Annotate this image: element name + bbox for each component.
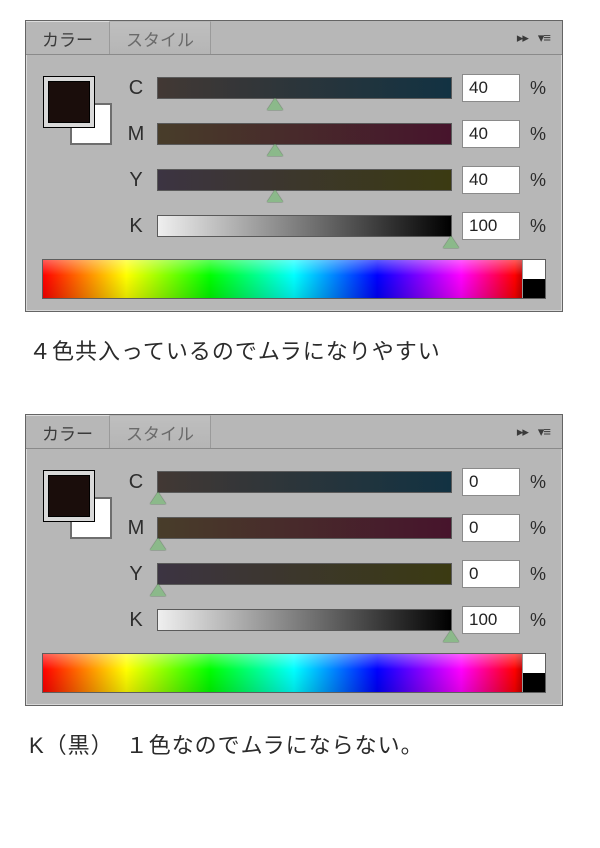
channel-slider-black[interactable]	[157, 609, 452, 631]
channel-row-black: K %	[125, 203, 548, 249]
black-chip[interactable]	[522, 279, 545, 298]
channel-row-black: K %	[125, 597, 548, 643]
percent-label: %	[530, 472, 548, 493]
percent-label: %	[530, 124, 548, 145]
black-chip[interactable]	[522, 673, 545, 692]
white-chip[interactable]	[522, 654, 545, 673]
channel-slider-cyan[interactable]	[157, 77, 452, 99]
channel-row-cyan: C %	[125, 459, 548, 505]
slider-handle-icon[interactable]	[267, 98, 283, 110]
slider-handle-icon[interactable]	[443, 236, 459, 248]
panel-menu-icon[interactable]: ▾≡	[538, 424, 550, 440]
channel-row-cyan: C %	[125, 65, 548, 111]
percent-label: %	[530, 78, 548, 99]
percent-label: %	[530, 216, 548, 237]
collapse-icon[interactable]: ▸▸	[517, 30, 528, 46]
channel-slider-yellow[interactable]	[157, 563, 452, 585]
slider-handle-icon[interactable]	[150, 538, 166, 550]
slider-handle-icon[interactable]	[267, 190, 283, 202]
tab-color[interactable]: カラー	[26, 415, 110, 448]
channel-label: Y	[125, 563, 147, 586]
channel-value-cyan[interactable]	[462, 74, 520, 102]
foreground-swatch[interactable]	[44, 77, 94, 127]
percent-label: %	[530, 564, 548, 585]
channel-value-yellow[interactable]	[462, 560, 520, 588]
channel-row-yellow: Y %	[125, 157, 548, 203]
channel-row-yellow: Y %	[125, 551, 548, 597]
tab-style[interactable]: スタイル	[110, 415, 211, 448]
channel-slider-magenta[interactable]	[157, 123, 452, 145]
slider-handle-icon[interactable]	[443, 630, 459, 642]
white-chip[interactable]	[522, 260, 545, 279]
channel-row-magenta: M %	[125, 505, 548, 551]
percent-label: %	[530, 518, 548, 539]
slider-handle-icon[interactable]	[150, 584, 166, 596]
percent-label: %	[530, 610, 548, 631]
collapse-icon[interactable]: ▸▸	[517, 424, 528, 440]
channel-label: K	[125, 215, 147, 238]
foreground-background-swatches[interactable]	[44, 77, 114, 147]
panel-titlebar: カラー スタイル ▸▸ ▾≡	[26, 415, 562, 449]
channel-slider-yellow[interactable]	[157, 169, 452, 191]
percent-label: %	[530, 170, 548, 191]
channel-label: C	[125, 471, 147, 494]
color-panel: カラー スタイル ▸▸ ▾≡ C %	[25, 20, 563, 312]
channel-value-black[interactable]	[462, 606, 520, 634]
channel-label: K	[125, 609, 147, 632]
channel-slider-black[interactable]	[157, 215, 452, 237]
channel-value-magenta[interactable]	[462, 120, 520, 148]
foreground-swatch[interactable]	[44, 471, 94, 521]
channel-label: M	[125, 517, 147, 540]
tab-style[interactable]: スタイル	[110, 21, 211, 54]
channel-value-yellow[interactable]	[462, 166, 520, 194]
channel-slider-cyan[interactable]	[157, 471, 452, 493]
channel-value-cyan[interactable]	[462, 468, 520, 496]
caption-text: ４色共入っているのでムラになりやすい	[29, 334, 571, 366]
channel-value-magenta[interactable]	[462, 514, 520, 542]
color-spectrum[interactable]	[42, 653, 546, 693]
slider-handle-icon[interactable]	[267, 144, 283, 156]
color-spectrum[interactable]	[42, 259, 546, 299]
channel-label: M	[125, 123, 147, 146]
caption-text: K（黒） １色なのでムラにならない。	[29, 728, 571, 760]
tab-color[interactable]: カラー	[26, 21, 110, 54]
channel-value-black[interactable]	[462, 212, 520, 240]
color-panel: カラー スタイル ▸▸ ▾≡ C %	[25, 414, 563, 706]
panel-menu-icon[interactable]: ▾≡	[538, 30, 550, 46]
channel-row-magenta: M %	[125, 111, 548, 157]
channel-label: C	[125, 77, 147, 100]
foreground-background-swatches[interactable]	[44, 471, 114, 541]
panel-titlebar: カラー スタイル ▸▸ ▾≡	[26, 21, 562, 55]
channel-label: Y	[125, 169, 147, 192]
channel-slider-magenta[interactable]	[157, 517, 452, 539]
slider-handle-icon[interactable]	[150, 492, 166, 504]
